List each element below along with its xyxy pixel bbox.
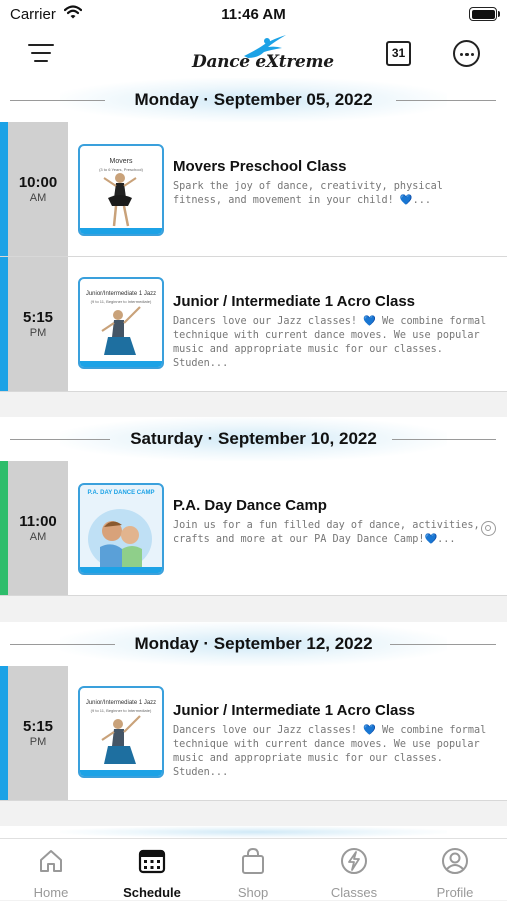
event-ampm: PM xyxy=(29,327,47,339)
tab-home[interactable]: Home xyxy=(1,847,101,901)
tab-label: Profile xyxy=(436,885,474,900)
event-thumbnail: Junior/Intermediate 1 Jazz (9 to 11, Beg… xyxy=(78,686,164,778)
tab-schedule[interactable]: Schedule xyxy=(102,847,202,901)
event-ampm: AM xyxy=(29,531,47,543)
time-column: 11:00 AM xyxy=(8,461,68,595)
schedule-list[interactable]: Monday · September 05, 2022 10:00 AM Mov… xyxy=(0,78,507,838)
event-thumbnail: P.A. DAY DANCE CAMP xyxy=(78,483,164,575)
tab-label: Shop xyxy=(237,885,269,900)
event-stripe xyxy=(0,461,8,595)
event-ampm: AM xyxy=(29,192,47,204)
day-header: Saturday · September 10, 2022 xyxy=(0,417,507,461)
event-title: Junior / Intermediate 1 Acro Class xyxy=(173,702,416,719)
nav-bar: Dance eXtreme 31 xyxy=(0,30,507,78)
event-description: Dancers love our Jazz classes! 💙 We comb… xyxy=(173,725,487,778)
day-label: Saturday · September 10, 2022 xyxy=(130,429,377,448)
tab-label: Home xyxy=(33,885,69,900)
day-header: Monday · September 12, 2022 xyxy=(0,622,507,666)
logo-text: Dance eXtreme xyxy=(192,52,334,72)
shopping-bag-icon xyxy=(242,847,264,874)
event-time: 10:00 xyxy=(18,174,58,191)
event-thumbnail: Junior/Intermediate 1 Jazz (9 to 11, Beg… xyxy=(78,277,164,369)
day-header: Monday · September 05, 2022 xyxy=(0,78,507,122)
tab-label: Classes xyxy=(330,885,378,900)
tab-shop[interactable]: Shop xyxy=(203,847,303,901)
time-column: 5:15 PM xyxy=(8,666,68,800)
event-stripe xyxy=(0,257,8,391)
event-time: 5:15 xyxy=(22,718,54,735)
recurring-icon xyxy=(481,521,496,536)
event-card[interactable]: 5:15 PM Junior/Intermediate 1 Jazz (9 to… xyxy=(0,257,507,392)
event-thumbnail: Movers (3 to 6 Years, Preschool) xyxy=(78,144,164,236)
event-ampm: PM xyxy=(29,736,47,748)
event-description: Dancers love our Jazz classes! 💙 We comb… xyxy=(173,316,487,369)
day-header xyxy=(0,826,507,838)
event-time: 11:00 xyxy=(19,513,57,530)
time-column: 10:00 AM xyxy=(8,122,68,256)
event-title: Junior / Intermediate 1 Acro Class xyxy=(173,293,416,310)
hamburger-menu-icon[interactable] xyxy=(28,43,54,63)
tab-classes[interactable]: Classes xyxy=(304,847,404,901)
event-stripe xyxy=(0,122,8,256)
calendar-icon xyxy=(138,849,166,874)
event-card[interactable]: 10:00 AM Movers (3 to 6 Years, Preschool… xyxy=(0,122,507,257)
clock: 11:46 AM xyxy=(221,6,286,23)
event-card[interactable]: 5:15 PM Junior/Intermediate 1 Jazz (9 to… xyxy=(0,666,507,801)
day-label: Monday · September 05, 2022 xyxy=(134,90,373,109)
home-icon xyxy=(40,850,62,872)
event-stripe xyxy=(0,666,8,800)
more-options-icon[interactable] xyxy=(453,40,480,67)
event-title: P.A. Day Dance Camp xyxy=(173,497,327,514)
event-description: Join us for a fun filled day of dance, a… xyxy=(173,520,480,545)
tab-profile[interactable]: Profile xyxy=(405,847,505,901)
calendar-icon[interactable]: 31 xyxy=(386,41,411,66)
event-title: Movers Preschool Class xyxy=(173,158,347,175)
event-card[interactable]: 11:00 AM P.A. DAY DANCE CAMP P.A. Day Da… xyxy=(0,461,507,596)
time-column: 5:15 PM xyxy=(8,257,68,391)
day-label: Monday · September 12, 2022 xyxy=(134,634,373,653)
dance-extreme-logo: Dance eXtreme xyxy=(190,34,334,74)
event-description: Spark the joy of dance, creativity, phys… xyxy=(173,181,443,206)
status-bar: Carrier 11:46 AM xyxy=(0,0,507,30)
profile-icon xyxy=(442,848,468,874)
event-time: 5:15 xyxy=(22,309,54,326)
lightning-icon xyxy=(341,848,367,874)
battery-icon xyxy=(469,7,500,21)
tab-label: Schedule xyxy=(123,885,181,900)
tab-bar: Home Schedule Shop Classes Profile xyxy=(0,838,507,900)
